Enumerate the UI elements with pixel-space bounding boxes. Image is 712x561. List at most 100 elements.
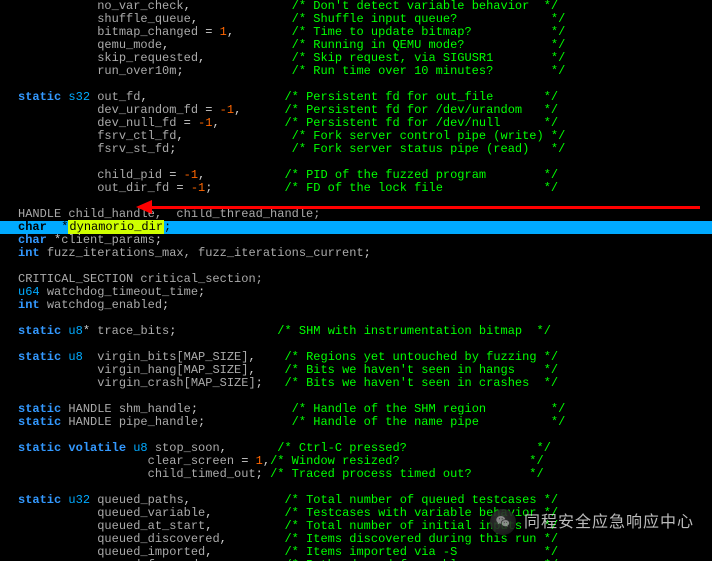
code-line: child_timed_out; /* Traced process timed…: [18, 468, 712, 481]
keyword: char: [18, 220, 47, 234]
comment: /* Fork server control pipe (write) */: [292, 129, 566, 143]
token: queued_at_start: [97, 519, 205, 533]
token: [40, 246, 47, 260]
token: skip_requested: [97, 51, 198, 65]
token: ,: [191, 12, 292, 26]
token: =: [176, 116, 198, 130]
comment: /* Traced process timed out? */: [270, 467, 544, 481]
token: fuzz_iterations_max, fuzz_iterations_cur…: [47, 246, 364, 260]
code-line: int fuzz_iterations_max, fuzz_iterations…: [18, 247, 712, 260]
wechat-icon: [490, 509, 516, 535]
token: virgin_hang[MAP_SIZE]: [97, 363, 248, 377]
token: 1: [256, 454, 263, 468]
comment: /* Bits we haven't seen in crashes */: [284, 376, 558, 390]
token: queued_discovered: [97, 532, 219, 546]
token: child_pid: [97, 168, 162, 182]
token: ,: [205, 519, 284, 533]
token: ,: [227, 25, 292, 39]
token: ,: [198, 51, 292, 65]
token: ;: [169, 142, 291, 156]
comment: /* Window resized? */: [270, 454, 544, 468]
token: dev_null_fd: [97, 116, 176, 130]
code-line: run_over10m; /* Run time over 10 minutes…: [18, 65, 712, 78]
token: *: [47, 220, 69, 234]
token: -1: [191, 181, 205, 195]
comment: /* Handle of the SHM region */: [292, 402, 566, 416]
token: =: [198, 103, 220, 117]
watermark-text: 同程安全应急响应中心: [524, 516, 694, 529]
token: ,: [205, 506, 284, 520]
token: ;: [191, 402, 292, 416]
token: out_fd: [97, 90, 140, 104]
comment: /* Bits we haven't seen in hangs */: [284, 363, 558, 377]
token: =: [198, 25, 220, 39]
keyword: static: [18, 402, 61, 416]
token: u64: [18, 285, 40, 299]
keyword: static: [18, 415, 61, 429]
token: ;: [155, 233, 162, 247]
code-line: out_dir_fd = -1; /* FD of the lock file …: [18, 182, 712, 195]
token: virgin_crash[MAP_SIZE]: [97, 376, 255, 390]
keyword: static: [18, 350, 61, 364]
keyword: int: [18, 246, 40, 260]
token: HANDLE child_handle, child_thread_handle…: [18, 207, 320, 221]
token: fsrv_st_fd: [97, 142, 169, 156]
token: ;: [176, 64, 291, 78]
token: ,: [205, 545, 284, 559]
token: u32: [68, 493, 90, 507]
token: =: [162, 168, 184, 182]
token: watchdog_enabled: [47, 298, 162, 312]
token: u8: [68, 324, 82, 338]
token: [148, 441, 155, 455]
token: ;: [198, 415, 292, 429]
code-viewport: no_var_check, /* Don't detect variable b…: [0, 0, 712, 561]
token: ,: [176, 129, 291, 143]
token: ;: [164, 220, 171, 234]
token: stop_soon: [155, 441, 220, 455]
token: shuffle_queue: [97, 12, 191, 26]
token: CRITICAL_SECTION critical_section;: [18, 272, 263, 286]
comment: /* Persistent fd for /dev/null */: [284, 116, 558, 130]
token: [40, 298, 47, 312]
comment: /* Handle of the name pipe */: [292, 415, 566, 429]
token: ,: [248, 363, 284, 377]
comment: /* Total number of queued testcases */: [284, 493, 558, 507]
comment: /* Items imported via -S */: [284, 545, 558, 559]
token: ,: [220, 532, 285, 546]
comment: /* Run time over 10 minutes? */: [292, 64, 566, 78]
token: run_over10m: [97, 64, 176, 78]
comment: /* Skip request, via SIGUSR1 */: [292, 51, 566, 65]
keyword: char: [18, 233, 47, 247]
token: trace_bits: [97, 324, 169, 338]
token: watchdog_timeout_time: [47, 285, 198, 299]
highlighted-identifier: dynamorio_dir: [68, 220, 164, 234]
token: 1: [220, 25, 227, 39]
comment: /* FD of the lock file */: [284, 181, 558, 195]
token: ,: [263, 454, 270, 468]
token: ,: [248, 350, 284, 364]
token: ,: [162, 38, 292, 52]
comment: /* Shuffle input queue? */: [292, 12, 566, 26]
token: ;: [198, 285, 205, 299]
token: queued_paths: [97, 493, 183, 507]
token: clear_screen: [148, 454, 234, 468]
token: u8: [68, 350, 82, 364]
code-line: fsrv_st_fd; /* Fork server status pipe (…: [18, 143, 712, 156]
keyword: int: [18, 298, 40, 312]
code-line: static u8* trace_bits; /* SHM with instr…: [18, 325, 712, 338]
token: queued_imported: [97, 545, 205, 559]
token: client_params: [61, 233, 155, 247]
comment: /* SHM with instrumentation bitmap */: [277, 324, 551, 338]
keyword: static: [18, 493, 61, 507]
token: =: [169, 181, 191, 195]
token: fsrv_ctl_fd: [97, 129, 176, 143]
token: out_dir_fd: [97, 181, 169, 195]
token: ,: [212, 116, 284, 130]
token: dev_urandom_fd: [97, 103, 198, 117]
token: bitmap_changed: [97, 25, 198, 39]
token: *: [83, 324, 97, 338]
token: -1: [184, 168, 198, 182]
comment: /* Ctrl-C pressed? */: [277, 441, 551, 455]
token: s32: [68, 90, 90, 104]
token: ,: [220, 441, 278, 455]
